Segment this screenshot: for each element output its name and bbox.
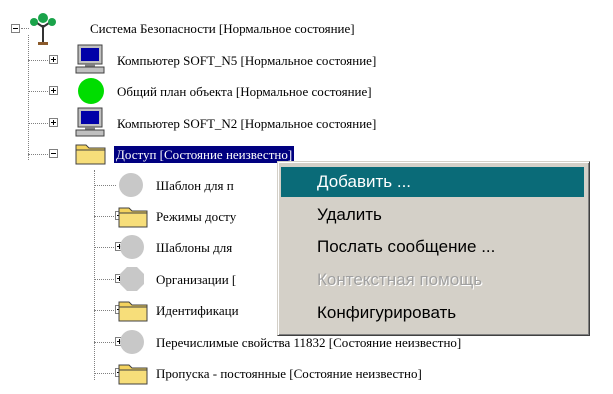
tree-node-label: Система Безопасности [Нормальное состоян… [90,20,355,36]
tree-line [94,170,95,380]
tree-node-label: Компьютер SOFT_N2 [Нормальное состояние] [117,115,377,131]
tree-line [21,28,29,29]
tree-node-pass-template[interactable]: Шаблон для п [154,170,236,200]
network-tree-icon[interactable] [29,11,57,45]
menu-item-add[interactable]: Добавить ... [281,167,584,197]
tree-line [94,216,116,217]
tree-node-label: Идентификаци [156,302,239,318]
tree-node-computer-soft-n2[interactable]: Компьютер SOFT_N2 [Нормальное состояние] [115,108,378,138]
tree-node-label: Перечислимые свойства 11832 [Состояние н… [156,334,462,350]
menu-item-configure[interactable]: Конфигурировать [281,298,584,328]
tree-node-label: Общий план объекта [Нормальное состояние… [117,83,372,99]
tree-node-organizations[interactable]: Организации [ [154,264,238,294]
collapse-toggle[interactable] [49,149,58,158]
gray-circle-icon[interactable] [117,171,145,199]
tree-node-label: Режимы досту [156,208,237,224]
gray-circle-icon[interactable] [118,328,146,356]
tree-line [94,342,116,343]
folder-icon[interactable] [118,298,148,322]
menu-item-send-message[interactable]: Послать сообщение ... [281,232,584,262]
tree-node-permanent-passes[interactable]: Пропуска - постоянные [Состояние неизвес… [154,358,424,388]
tree-node-access-modes[interactable]: Режимы досту [154,201,238,231]
tree-node-root[interactable]: Система Безопасности [Нормальное состоян… [88,13,357,43]
menu-item-context-help: Контекстная помощь [317,270,483,289]
tree-line [94,310,116,311]
computer-icon[interactable] [75,44,105,74]
tree-node-templates[interactable]: Шаблоны для [154,232,234,262]
tree-line [94,373,116,374]
tree-node-site-plan[interactable]: Общий план объекта [Нормальное состояние… [115,76,374,106]
collapse-toggle[interactable] [11,24,20,33]
tree-line [28,35,29,160]
expand-toggle[interactable] [49,118,58,127]
folder-icon[interactable] [118,204,148,228]
gray-circle-icon[interactable] [118,233,146,261]
expand-toggle[interactable] [49,55,58,64]
tree-node-label: Шаблон для п [156,177,234,193]
tree-line [28,154,50,155]
tree-line [28,123,50,124]
gray-octagon-icon[interactable] [118,265,146,293]
tree-node-identification[interactable]: Идентификаци [154,295,241,325]
tree-line [28,60,50,61]
tree-node-label: Организации [ [156,271,237,287]
green-circle-icon[interactable] [77,77,105,105]
tree-line [94,247,116,248]
tree-node-computer-soft-n5[interactable]: Компьютер SOFT_N5 [Нормальное состояние] [115,45,378,75]
menu-item-delete[interactable]: Удалить [281,200,584,230]
computer-icon[interactable] [75,107,105,137]
context-menu: Добавить ... Удалить Послать сообщение .… [277,161,590,336]
tree-node-access[interactable]: Доступ [Состояние неизвестно] [112,139,296,169]
tree-node-label: Шаблоны для [156,239,233,255]
tree-node-label: Пропуска - постоянные [Состояние неизвес… [156,365,422,381]
tree-line [94,185,116,186]
tree-line [28,91,50,92]
expand-toggle[interactable] [49,86,58,95]
tree-line [94,279,116,280]
tree-node-label: Доступ [Состояние неизвестно] [112,144,296,164]
folder-icon[interactable] [75,141,107,165]
tree-node-label: Компьютер SOFT_N5 [Нормальное состояние] [117,52,377,68]
folder-icon[interactable] [118,361,148,385]
